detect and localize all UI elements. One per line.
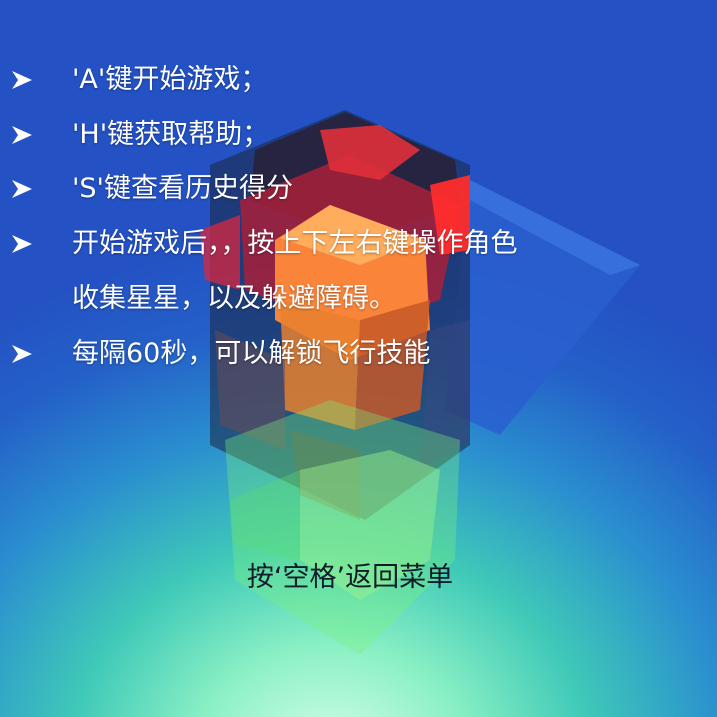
back-to-menu-hint: 按‘空格’返回菜单	[246, 562, 454, 593]
instruction-text: 'H'键获取帮助；	[72, 119, 270, 150]
instruction-text: 收集星星，以及躲避障碍。	[72, 283, 396, 314]
arrowhead-bullet-icon	[12, 115, 34, 155]
instruction-text: 开始游戏后，，按上下左右键操作角色	[72, 228, 518, 259]
arrowhead-bullet-icon	[12, 224, 34, 264]
arrowhead-bullet-icon	[12, 334, 34, 374]
instruction-text: 'A'键开始游戏；	[72, 64, 268, 95]
arrowhead-bullet-icon	[12, 169, 34, 209]
instruction-text: 'S'键查看历史得分	[72, 173, 293, 204]
help-screen: 'A'键开始游戏； 'H'键获取帮助； 'S'键查看历史得分 开始游戏后，，按上…	[0, 0, 717, 717]
arrowhead-bullet-icon	[12, 60, 34, 100]
instruction-text: 每隔60秒，可以解锁飞行技能	[72, 338, 431, 369]
